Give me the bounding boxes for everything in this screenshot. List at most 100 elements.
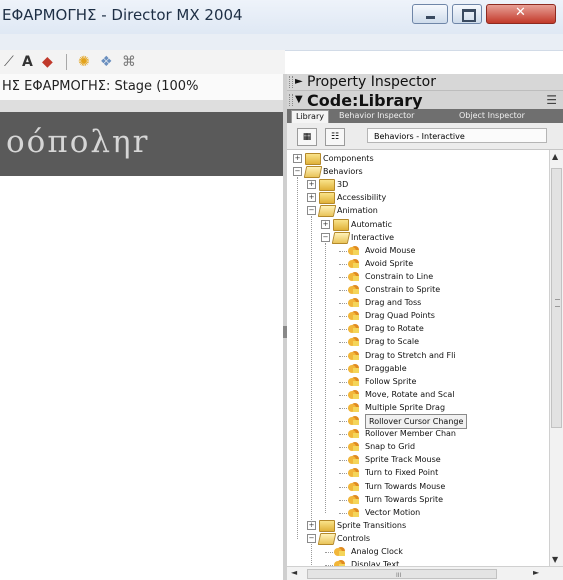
scroll-left-icon[interactable]: ◄ <box>291 568 297 577</box>
tree-expander[interactable]: + <box>307 180 316 190</box>
panel-options-icon[interactable]: ☰ <box>546 93 557 107</box>
tree-item-folder[interactable]: Accessibility <box>337 191 386 204</box>
tree-item-behavior[interactable]: Multiple Sprite Drag <box>365 401 445 414</box>
tree-item-behavior[interactable]: Snap to Grid <box>365 440 415 453</box>
tree-item-behavior[interactable]: Drag Quad Points <box>365 309 435 322</box>
tree-item-folder[interactable]: Animation <box>337 204 378 217</box>
scroll-up-icon[interactable]: ▲ <box>552 152 558 161</box>
behavior-icon <box>347 481 360 492</box>
paint-bucket-icon[interactable]: ◆ <box>42 53 53 71</box>
tree-item-behavior[interactable]: Avoid Sprite <box>365 257 413 270</box>
view-icon[interactable]: ▦ <box>297 128 317 146</box>
tree-item-behavior[interactable]: Turn to Fixed Point <box>365 466 438 479</box>
tree-item-behavior[interactable]: Drag to Stretch and Fli <box>365 349 456 362</box>
behavior-icon <box>347 245 360 256</box>
tree-item-behavior[interactable]: Turn Towards Mouse <box>365 480 445 493</box>
tree-item-behavior[interactable]: Sprite Track Mouse <box>365 453 441 466</box>
behavior-icon <box>347 350 360 361</box>
toolbar: ⟋ A ◆ ✺ ❖ ⌘ <box>0 50 285 75</box>
behavior-icon <box>347 310 360 321</box>
scroll-grip-label: III <box>396 572 402 579</box>
horizontal-scrollbar[interactable]: ◄ III ► <box>287 566 563 580</box>
behavior-icon <box>347 336 360 347</box>
tree-guide-line <box>325 242 326 513</box>
expand-arrow-icon[interactable]: ► <box>295 76 303 87</box>
behavior-icon <box>347 467 360 478</box>
tab-behavior-inspector[interactable]: Behavior Inspector <box>335 110 418 122</box>
tree-item-behavior[interactable]: Analog Clock <box>351 545 403 558</box>
tree-item-behavior[interactable]: Display Text <box>351 558 399 566</box>
minimize-button[interactable] <box>412 4 448 24</box>
stage-area[interactable] <box>0 176 283 580</box>
library-header[interactable]: ▼ Code:Library ☰ <box>287 91 563 110</box>
tree-item-folder[interactable]: Sprite Transitions <box>337 519 406 532</box>
behavior-icon <box>347 323 360 334</box>
scroll-thumb[interactable] <box>551 168 562 428</box>
behavior-icon[interactable]: ✺ <box>78 53 90 71</box>
drag-grip-icon[interactable] <box>289 94 293 106</box>
tree-item-folder[interactable]: Interactive <box>351 231 394 244</box>
script-icon[interactable]: ⌘ <box>122 53 136 71</box>
property-inspector-header[interactable]: ► Property Inspector <box>287 74 563 91</box>
library-category-select[interactable]: Behaviors - Interactive <box>367 128 547 143</box>
tree-guide-line <box>297 177 298 539</box>
behavior-icon <box>347 389 360 400</box>
tab-object-inspector[interactable]: Object Inspector <box>455 110 529 122</box>
text-tool-button[interactable]: A <box>22 53 33 71</box>
folder-icon <box>319 192 335 205</box>
tree-item-behavior[interactable]: Turn Towards Sprite <box>365 493 443 506</box>
behavior-icon <box>347 402 360 413</box>
tab-library[interactable]: Library <box>291 110 329 123</box>
cast-icon[interactable]: ❖ <box>100 53 113 71</box>
tree-expander[interactable]: + <box>307 193 316 203</box>
collapse-arrow-icon[interactable]: ▼ <box>295 94 303 105</box>
tree-item-folder[interactable]: 3D <box>337 178 348 191</box>
tree-item-behavior[interactable]: Draggable <box>365 362 407 375</box>
tree-item-folder[interactable]: Behaviors <box>323 165 363 178</box>
tree-item-behavior[interactable]: Follow Sprite <box>365 375 416 388</box>
tree-item-behavior[interactable]: Drag and Toss <box>365 296 421 309</box>
tree-item-behavior[interactable]: Constrain to Line <box>365 270 433 283</box>
tree-expander[interactable]: − <box>321 232 330 242</box>
vertical-scrollbar[interactable]: ▲ ▼ <box>549 150 563 566</box>
tree-expander[interactable]: + <box>293 154 302 163</box>
behavior-icon <box>347 271 360 282</box>
folder-open-icon <box>317 532 337 545</box>
stage-canvas[interactable]: οόποληr <box>0 112 283 176</box>
library-toolbar: ▦ ☷ Behaviors - Interactive <box>287 123 563 150</box>
behavior-icon <box>333 559 346 566</box>
tree-item-folder[interactable]: Controls <box>337 532 370 545</box>
behavior-icon <box>347 441 360 452</box>
close-button[interactable] <box>486 4 556 24</box>
behavior-icon <box>347 376 360 387</box>
behavior-icon <box>347 284 360 295</box>
tree-item-behavior[interactable]: Avoid Mouse <box>365 244 415 257</box>
folder-icon <box>333 218 349 231</box>
tree-item-behavior[interactable]: Vector Motion <box>365 506 420 519</box>
library-title: Code:Library <box>307 91 423 110</box>
tree-expander[interactable]: − <box>307 533 316 543</box>
list-view-icon[interactable]: ☷ <box>325 128 345 146</box>
scroll-grip-icon[interactable] <box>555 299 560 307</box>
folder-open-icon <box>303 166 323 179</box>
scroll-right-icon[interactable]: ► <box>533 568 539 577</box>
stage-toolstrip <box>0 100 283 112</box>
tree-item-behavior[interactable]: Rollover Member Chan <box>365 427 456 440</box>
tree-item-behavior[interactable]: Move, Rotate and Scal <box>365 388 454 401</box>
behavior-icon <box>347 363 360 374</box>
drag-grip-icon[interactable] <box>289 76 293 88</box>
tree-item-behavior[interactable]: Constrain to Sprite <box>365 283 440 296</box>
horizontal-scroll-thumb[interactable]: III <box>307 569 497 579</box>
tree-expander[interactable]: + <box>321 219 330 229</box>
scroll-down-icon[interactable]: ▼ <box>552 555 558 564</box>
tree-expander[interactable]: − <box>307 206 316 216</box>
tree-item-behavior[interactable]: Drag to Rotate <box>365 322 424 335</box>
behavior-icon <box>347 507 360 518</box>
tree-item-folder[interactable]: Automatic <box>351 218 392 231</box>
tree-item-folder[interactable]: Components <box>323 152 374 165</box>
maximize-button[interactable] <box>452 4 482 24</box>
tree-item-behavior[interactable]: Drag to Scale <box>365 335 419 348</box>
behavior-icon <box>347 258 360 269</box>
tree-expander[interactable]: − <box>293 167 302 177</box>
line-tool-icon[interactable]: ⟋ <box>4 53 14 71</box>
